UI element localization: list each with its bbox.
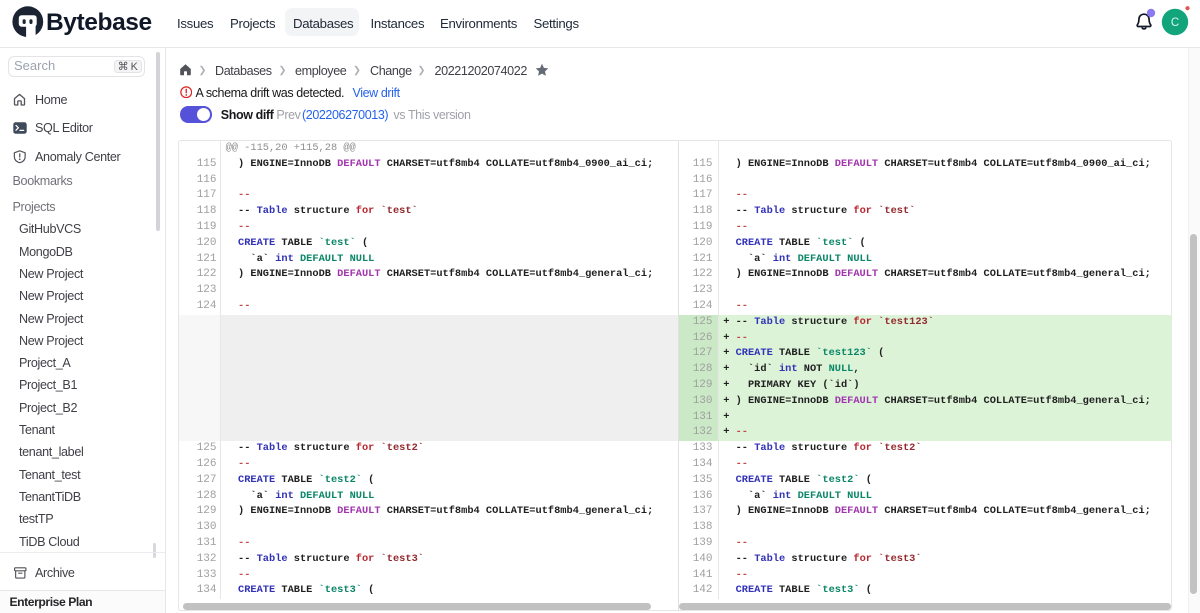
svg-text:C: C [1171,17,1179,29]
